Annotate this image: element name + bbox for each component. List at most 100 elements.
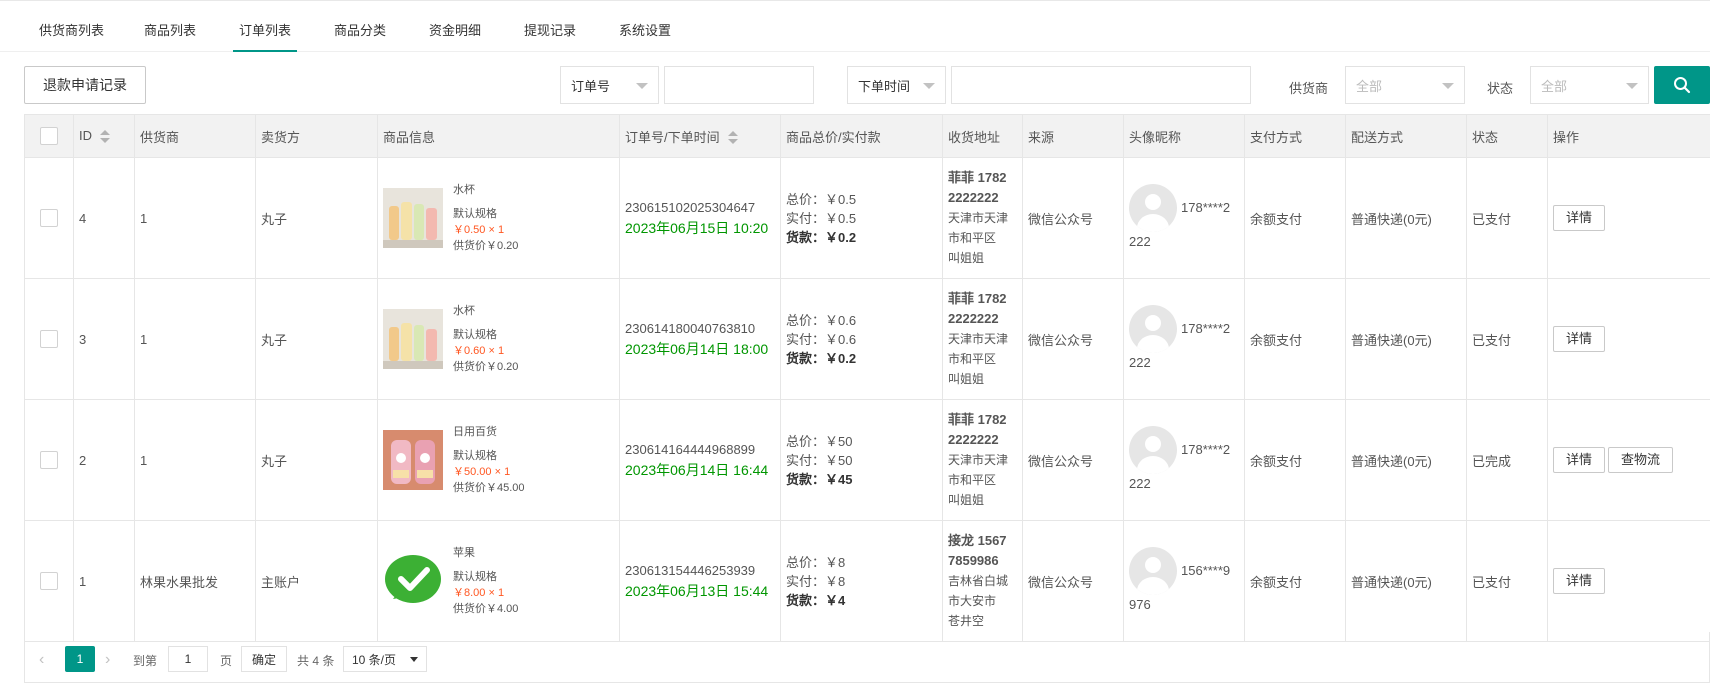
- product-price: ￥50.00 × 1: [453, 466, 511, 478]
- goods-payment: 货款：￥4: [786, 592, 846, 608]
- row-seller: 丸子: [255, 278, 378, 400]
- header-id[interactable]: ID: [73, 114, 135, 158]
- supplier-filter-select[interactable]: 全部: [1345, 66, 1465, 104]
- tab-fund-detail[interactable]: 资金明细: [429, 20, 481, 52]
- receiver-name: 菲菲 1782: [948, 291, 1007, 306]
- detail-button[interactable]: 详情: [1553, 326, 1606, 352]
- select-all-checkbox[interactable]: [40, 127, 58, 145]
- header-product-info: 商品信息: [377, 114, 620, 158]
- page-1-button[interactable]: 1: [65, 646, 95, 672]
- header-amount: 商品总价/实付款: [780, 114, 943, 158]
- refund-records-button[interactable]: 退款申请记录: [24, 66, 146, 104]
- search-button[interactable]: [1654, 66, 1710, 104]
- detail-button[interactable]: 详情: [1553, 568, 1606, 594]
- status-badge: 已支付: [1466, 520, 1548, 642]
- row-actions: 详情: [1547, 278, 1710, 400]
- receiver-phone: 2222222: [948, 432, 999, 447]
- row-select-cell: [24, 157, 74, 279]
- receiver-address: 天津市天津市和平区 叫姐姐: [948, 211, 1009, 265]
- header-order-no-time[interactable]: 订单号/下单时间: [619, 114, 781, 158]
- row-checkbox[interactable]: [40, 451, 58, 469]
- order-time-input[interactable]: [951, 66, 1251, 104]
- supply-price: 供货价￥0.20: [453, 361, 519, 373]
- detail-button[interactable]: 详情: [1553, 447, 1606, 473]
- prev-page-icon[interactable]: ‹: [39, 651, 44, 669]
- row-amount: 总价：￥8 实付：￥8 货款：￥4: [780, 520, 943, 642]
- time-type-select[interactable]: 下单时间: [847, 66, 946, 104]
- paid-amount: 实付：￥50: [786, 452, 853, 468]
- order-table: ID 供货商 卖货方 商品信息 订单号/下单时间 商品总价/实付款 收货地址 来…: [24, 114, 1710, 642]
- product-price: ￥8.00 × 1: [453, 587, 505, 599]
- product-spec: 默认规格: [453, 571, 497, 583]
- supply-price: 供货价￥0.20: [453, 240, 519, 252]
- table-row: 1 林果水果批发 主账户 苹果 默认规格 ￥8.00 × 1 供货价￥4.00 2306131…: [24, 520, 1710, 642]
- product-thumbnail: [383, 188, 443, 248]
- table-header-row: ID 供货商 卖货方 商品信息 订单号/下单时间 商品总价/实付款 收货地址 来…: [24, 114, 1710, 158]
- row-supplier: 1: [134, 278, 256, 400]
- product-name: 水杯: [453, 184, 475, 196]
- row-checkbox[interactable]: [40, 572, 58, 590]
- goto-page-input[interactable]: 1: [168, 646, 208, 672]
- tab-product-list[interactable]: 商品列表: [144, 20, 196, 52]
- tab-order-list[interactable]: 订单列表: [233, 20, 298, 52]
- tab-system-settings[interactable]: 系统设置: [619, 20, 671, 52]
- goods-payment: 货款：￥45: [786, 471, 853, 487]
- search-type-select[interactable]: 订单号: [560, 66, 659, 104]
- goto-confirm-button[interactable]: 确定: [241, 646, 287, 672]
- row-amount: 总价：￥0.6 实付：￥0.6 货款：￥0.2: [780, 278, 943, 400]
- nickname-tail: 222: [1129, 355, 1151, 370]
- page-size-select[interactable]: 10 条/页: [343, 646, 427, 672]
- tab-withdraw-record[interactable]: 提现记录: [524, 20, 576, 52]
- header-address: 收货地址: [942, 114, 1023, 158]
- detail-button[interactable]: 详情: [1553, 205, 1606, 231]
- total-price: 总价：￥8: [786, 554, 846, 570]
- time-type-value: 下单时间: [858, 78, 911, 94]
- receiver-address: 天津市天津市和平区 叫姐姐: [948, 453, 1009, 507]
- row-ship-method: 普通快递(0元): [1345, 157, 1467, 279]
- row-pay-method: 余额支付: [1244, 278, 1346, 400]
- row-order: 230614164444968899 2023年06月14日 16:44: [619, 399, 781, 521]
- header-actions: 操作: [1547, 114, 1710, 158]
- row-actions: 详情: [1547, 157, 1710, 279]
- nickname: 178****2: [1181, 442, 1231, 457]
- table-row: 3 1 丸子 水杯 默认规格 ￥0.60 × 1 供货价￥0.20 2306141800407…: [24, 278, 1710, 400]
- sort-icon[interactable]: [727, 131, 738, 145]
- header-source: 来源: [1022, 114, 1124, 158]
- tab-supplier-list[interactable]: 供货商列表: [39, 20, 104, 52]
- next-page-icon[interactable]: ›: [105, 651, 110, 669]
- supplier-filter-label: 供货商: [1289, 81, 1329, 96]
- row-amount: 总价：￥50 实付：￥50 货款：￥45: [780, 399, 943, 521]
- row-id: 4: [73, 157, 135, 279]
- status-filter-select[interactable]: 全部: [1530, 66, 1649, 104]
- status-badge: 已支付: [1466, 278, 1548, 400]
- sort-icon[interactable]: [100, 129, 110, 144]
- row-ship-method: 普通快递(0元): [1345, 399, 1467, 521]
- avatar: [1129, 184, 1177, 232]
- tab-product-category[interactable]: 商品分类: [334, 20, 386, 52]
- chevron-down-icon: [1626, 83, 1638, 89]
- nickname: 156****9: [1181, 563, 1231, 578]
- row-seller: 主账户: [255, 520, 378, 642]
- order-number-input[interactable]: [664, 66, 814, 104]
- row-source: 微信公众号: [1022, 399, 1124, 521]
- row-checkbox[interactable]: [40, 330, 58, 348]
- row-source: 微信公众号: [1022, 520, 1124, 642]
- row-checkbox[interactable]: [40, 209, 58, 227]
- page-unit-label: 页: [220, 654, 233, 668]
- product-spec: 默认规格: [453, 450, 497, 462]
- supply-price: 供货价￥45.00: [453, 482, 525, 494]
- header-ship-method: 配送方式: [1345, 114, 1467, 158]
- product-thumbnail: [383, 309, 443, 369]
- order-time: 2023年06月13日 15:44: [625, 583, 769, 599]
- row-amount: 总价：￥0.5 实付：￥0.5 货款：￥0.2: [780, 157, 943, 279]
- product-price: ￥0.50 × 1: [453, 224, 505, 236]
- total-price: 总价：￥0.5: [786, 191, 857, 207]
- header-seller: 卖货方: [255, 114, 378, 158]
- product-name: 苹果: [453, 547, 475, 559]
- pagination: ‹ 1 › 到第 1 页 确定 共 4 条 10 条/页: [24, 632, 1710, 683]
- row-pay-method: 余额支付: [1244, 157, 1346, 279]
- order-number: 230615102025304647: [625, 200, 756, 215]
- paid-amount: 实付：￥0.6: [786, 331, 857, 347]
- track-logistics-button[interactable]: 查物流: [1608, 447, 1674, 473]
- row-order: 230613154446253939 2023年06月13日 15:44: [619, 520, 781, 642]
